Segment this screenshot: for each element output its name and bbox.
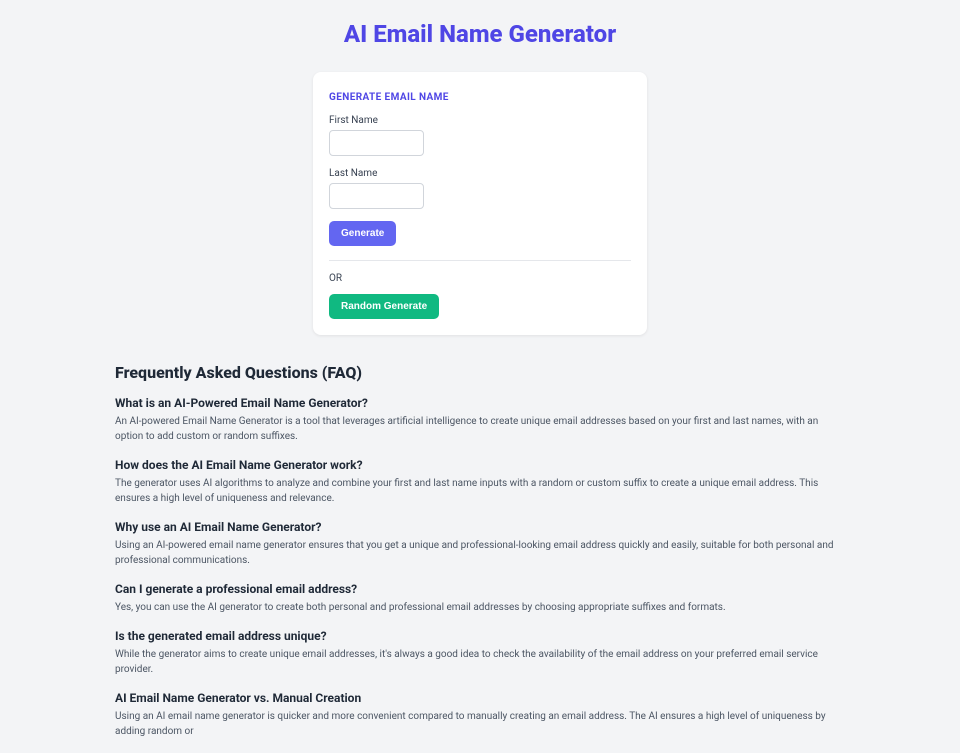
faq-item: AI Email Name Generator vs. Manual Creat… xyxy=(115,691,845,739)
generate-button[interactable]: Generate xyxy=(329,221,396,246)
faq-item: What is an AI-Powered Email Name Generat… xyxy=(115,396,845,444)
faq-question: AI Email Name Generator vs. Manual Creat… xyxy=(115,691,845,705)
last-name-field: Last Name xyxy=(329,168,631,209)
first-name-field: First Name xyxy=(329,115,631,156)
random-generate-button[interactable]: Random Generate xyxy=(329,294,439,319)
faq-title: Frequently Asked Questions (FAQ) xyxy=(115,363,845,382)
faq-item: How does the AI Email Name Generator wor… xyxy=(115,458,845,506)
last-name-label: Last Name xyxy=(329,168,631,179)
faq-question: How does the AI Email Name Generator wor… xyxy=(115,458,845,472)
faq-question: Can I generate a professional email addr… xyxy=(115,582,845,596)
first-name-label: First Name xyxy=(329,115,631,126)
or-text: OR xyxy=(329,273,631,284)
card-heading: GENERATE EMAIL NAME xyxy=(329,92,631,103)
faq-item: Why use an AI Email Name Generator? Using… xyxy=(115,520,845,568)
page-title: AI Email Name Generator xyxy=(115,20,845,48)
first-name-input[interactable] xyxy=(329,130,424,156)
faq-question: What is an AI-Powered Email Name Generat… xyxy=(115,396,845,410)
faq-answer: Using an AI email name generator is quic… xyxy=(115,709,845,739)
divider xyxy=(329,260,631,261)
faq-section: Frequently Asked Questions (FAQ) What is… xyxy=(115,363,845,739)
faq-item: Can I generate a professional email addr… xyxy=(115,582,845,615)
faq-question: Why use an AI Email Name Generator? xyxy=(115,520,845,534)
faq-question: Is the generated email address unique? xyxy=(115,629,845,643)
faq-answer: Using an AI-powered email name generator… xyxy=(115,538,845,568)
faq-answer: The generator uses AI algorithms to anal… xyxy=(115,476,845,506)
faq-answer: An AI-powered Email Name Generator is a … xyxy=(115,414,845,444)
faq-answer: While the generator aims to create uniqu… xyxy=(115,647,845,677)
generator-card: GENERATE EMAIL NAME First Name Last Name… xyxy=(313,72,647,335)
last-name-input[interactable] xyxy=(329,183,424,209)
faq-answer: Yes, you can use the AI generator to cre… xyxy=(115,600,845,615)
faq-item: Is the generated email address unique? Wh… xyxy=(115,629,845,677)
